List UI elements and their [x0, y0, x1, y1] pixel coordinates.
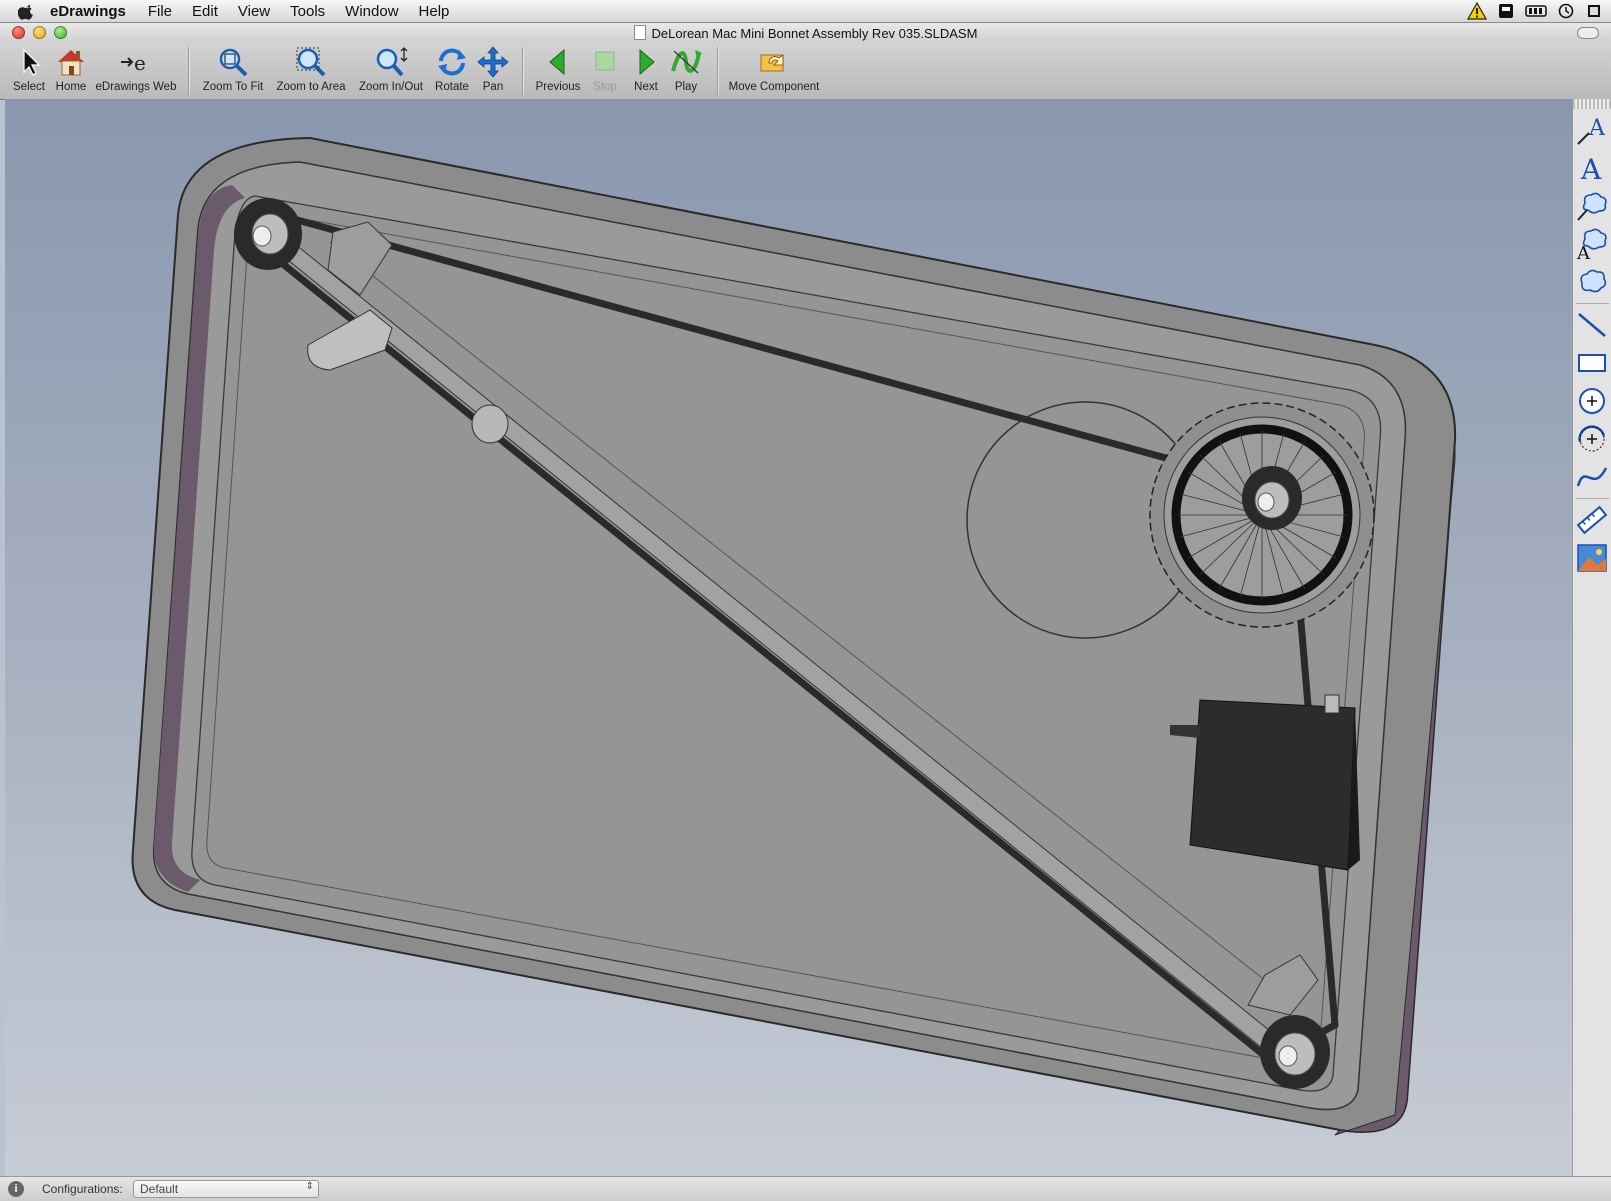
move-component-icon [760, 54, 784, 72]
zoom-to-area-icon [296, 47, 326, 77]
window-title-bar: DeLorean Mac Mini Bonnet Assembly Rev 03… [0, 23, 1611, 43]
pulley-bottom-right [1260, 1015, 1330, 1089]
pulley-right [1242, 466, 1302, 530]
pivot-pin [471, 404, 509, 444]
move-component-button[interactable]: Move Component [726, 45, 822, 93]
cloud-icon[interactable] [1575, 265, 1609, 299]
image-icon[interactable] [1575, 541, 1609, 575]
menu-window[interactable]: Window [345, 3, 398, 20]
play-button[interactable]: Play [668, 45, 704, 93]
edrawings-web-icon: e [121, 51, 146, 75]
stop-button[interactable]: Stop [587, 45, 623, 93]
select-button[interactable]: Select [10, 45, 48, 93]
edrawings-web-label: eDrawings Web [95, 81, 177, 93]
bonnet-assembly-model[interactable] [5, 99, 1572, 1176]
menu-help[interactable]: Help [419, 3, 450, 20]
play-label: Play [674, 81, 698, 93]
zoom-to-fit-label: Zoom To Fit [202, 81, 264, 93]
document-icon [633, 25, 646, 40]
model-viewport[interactable]: Y X Z [5, 99, 1572, 1176]
cloud-leader-icon[interactable] [1575, 189, 1609, 223]
zoom-to-fit-button[interactable]: Zoom To Fit [200, 45, 266, 93]
battery-icon[interactable] [1497, 2, 1515, 20]
menu-view[interactable]: View [238, 3, 270, 20]
next-icon [639, 48, 655, 76]
svg-text:e: e [134, 51, 146, 75]
zoom-to-fit-icon [219, 48, 248, 77]
move-component-label: Move Component [728, 81, 820, 93]
time-machine-icon[interactable] [1557, 2, 1575, 20]
zoom-to-area-label: Zoom to Area [276, 81, 346, 93]
svg-text:A: A [1580, 153, 1602, 185]
next-label: Next [634, 81, 658, 93]
previous-icon [549, 48, 565, 76]
warning-icon[interactable] [1467, 2, 1487, 20]
line-icon[interactable] [1575, 308, 1609, 342]
markup-separator [1576, 498, 1609, 499]
zoom-in-out-button[interactable]: Zoom In/Out [355, 45, 427, 93]
arrow-cursor-icon [23, 48, 41, 76]
menu-bar: eDrawings File Edit View Tools Window He… [0, 0, 1611, 23]
rotate-label: Rotate [435, 81, 469, 93]
pulley-top-left [234, 198, 302, 270]
select-arrows-icon: ⇕ [305, 1181, 314, 1192]
markup-separator [1576, 303, 1609, 304]
apple-icon[interactable] [18, 2, 36, 20]
zoom-in-out-label: Zoom In/Out [359, 81, 423, 93]
pan-button[interactable]: Pan [476, 45, 510, 93]
rotate-button[interactable]: Rotate [433, 45, 471, 93]
text-cloud-icon[interactable]: A [1575, 227, 1609, 261]
app-menu[interactable]: eDrawings [50, 3, 126, 20]
display-icon[interactable] [1525, 2, 1547, 20]
configurations-label: Configurations: [42, 1182, 123, 1196]
select-label: Select [13, 81, 45, 93]
leader-note-icon[interactable]: A [1575, 113, 1609, 147]
previous-label: Previous [535, 81, 581, 93]
servo-motor [1170, 694, 1360, 871]
window-title: DeLorean Mac Mini Bonnet Assembly Rev 03… [0, 25, 1611, 41]
status-bar: i Configurations: Default ⇕ [0, 1176, 1611, 1201]
zoom-in-out-icon [376, 47, 408, 77]
arc-icon[interactable] [1575, 422, 1609, 456]
home-label: Home [55, 81, 87, 93]
home-button[interactable]: Home [52, 45, 90, 93]
next-button[interactable]: Next [628, 45, 664, 93]
toolbar-separator [717, 47, 719, 95]
menu-edit[interactable]: Edit [192, 3, 218, 20]
previous-button[interactable]: Previous [532, 45, 584, 93]
svg-text:A: A [1588, 116, 1606, 141]
stop-label: Stop [593, 81, 617, 93]
menu-file[interactable]: File [148, 3, 172, 20]
toolbar-toggle-button[interactable] [1577, 27, 1599, 39]
markup-toolbar: A A A [1572, 99, 1611, 1176]
spline-icon[interactable] [1575, 460, 1609, 494]
text-icon[interactable]: A [1575, 151, 1609, 185]
circle-icon[interactable] [1575, 384, 1609, 418]
configurations-value: Default [140, 1182, 179, 1196]
toolbar: Select Home e eDrawings Web Zoom To Fit … [0, 43, 1611, 100]
toolbar-separator [188, 47, 190, 95]
zoom-to-area-button[interactable]: Zoom to Area [273, 45, 349, 93]
home-icon [58, 50, 84, 76]
rotate-icon [438, 48, 466, 76]
volume-icon[interactable] [1585, 2, 1603, 20]
toolbar-grip[interactable] [1573, 99, 1611, 109]
pan-icon [477, 46, 509, 78]
window-title-text: DeLorean Mac Mini Bonnet Assembly Rev 03… [651, 26, 978, 41]
stop-icon [595, 51, 615, 71]
menu-extras [1467, 2, 1603, 20]
info-icon[interactable]: i [8, 1181, 24, 1197]
pan-label: Pan [482, 81, 504, 93]
play-icon [671, 50, 702, 74]
toolbar-separator [522, 47, 524, 95]
configurations-select[interactable]: Default ⇕ [133, 1180, 319, 1198]
measure-icon[interactable] [1575, 503, 1609, 537]
rectangle-icon[interactable] [1575, 346, 1609, 380]
menu-tools[interactable]: Tools [290, 3, 325, 20]
svg-text:A: A [1576, 243, 1591, 261]
edrawings-web-button[interactable]: e eDrawings Web [94, 45, 178, 93]
